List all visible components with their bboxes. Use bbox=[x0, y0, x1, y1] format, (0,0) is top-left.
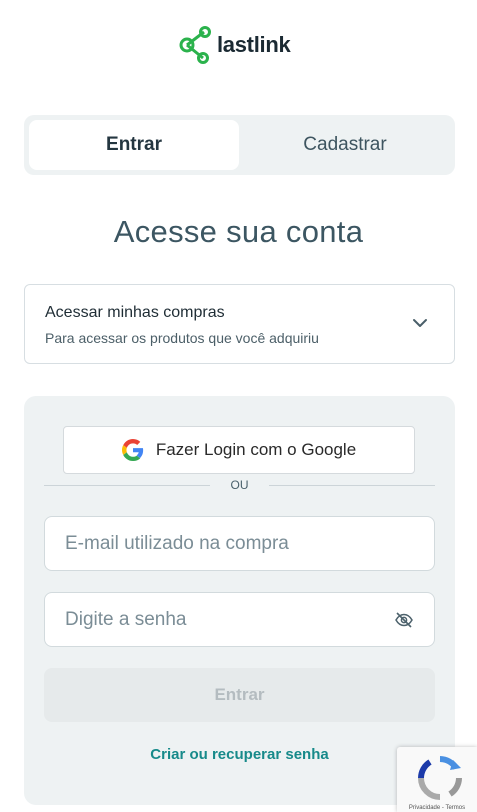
select-subtitle: Para acessar os produtos que você adquir… bbox=[45, 330, 319, 346]
email-field[interactable] bbox=[44, 516, 435, 571]
recaptcha-icon bbox=[418, 756, 462, 800]
select-title: Acessar minhas compras bbox=[45, 304, 225, 321]
brand-name: lastlink bbox=[217, 32, 291, 57]
login-card: Fazer Login com o Google OU Entrar Criar… bbox=[24, 396, 455, 805]
eye-off-icon[interactable] bbox=[394, 611, 414, 629]
google-icon bbox=[121, 439, 143, 461]
recaptcha-terms[interactable]: Privacidade - Termos bbox=[397, 805, 477, 811]
access-type-select[interactable]: Acessar minhas compras Para acessar os p… bbox=[24, 284, 455, 364]
tab-entrar[interactable]: Entrar bbox=[29, 120, 239, 170]
recaptcha-badge[interactable]: Privacidade - Termos bbox=[397, 747, 477, 812]
login-submit-button[interactable]: Entrar bbox=[44, 668, 435, 722]
chevron-down-icon bbox=[413, 319, 427, 327]
divider-label: OU bbox=[230, 478, 249, 492]
page-title: Acesse sua conta bbox=[113, 214, 364, 249]
lastlink-logo: lastlink bbox=[179, 25, 291, 65]
tab-cadastrar[interactable]: Cadastrar bbox=[240, 120, 450, 170]
google-login-label: Fazer Login com o Google bbox=[155, 440, 357, 459]
divider-left bbox=[44, 485, 210, 486]
password-field[interactable] bbox=[44, 592, 435, 647]
create-recover-password-link[interactable]: Criar ou recuperar senha bbox=[24, 746, 455, 763]
google-login-button[interactable]: Fazer Login com o Google bbox=[63, 426, 415, 474]
divider-right bbox=[269, 485, 435, 486]
lastlink-logo-icon bbox=[179, 26, 211, 64]
auth-tabs: Entrar Cadastrar bbox=[24, 115, 455, 175]
